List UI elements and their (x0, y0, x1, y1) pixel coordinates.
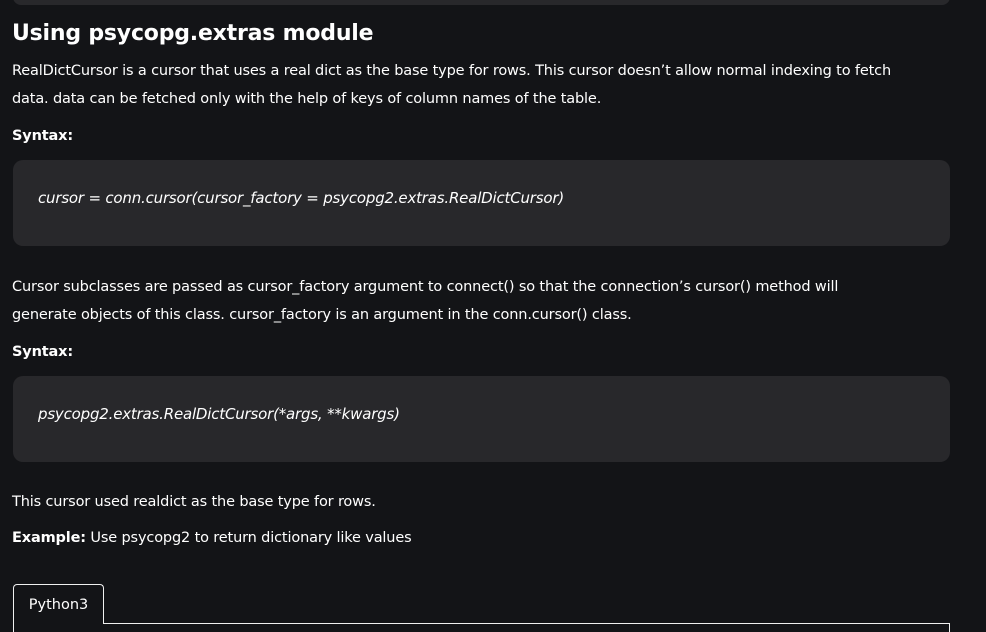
code-block-syntax-2: psycopg2.extras.RealDictCursor(*args, **… (13, 376, 950, 462)
code-tab-panel (13, 624, 950, 632)
subclass-line-1: Cursor subclasses are passed as cursor_f… (12, 279, 839, 295)
intro-line-2: data. data can be fetched only with the … (12, 91, 602, 107)
code-block-syntax-1: cursor = conn.cursor(cursor_factory = ps… (13, 160, 950, 246)
code-line-1: cursor = conn.cursor(cursor_factory = ps… (38, 189, 564, 207)
previous-code-block (13, 0, 950, 5)
intro-line-1: RealDictCursor is a cursor that uses a r… (12, 63, 892, 79)
example-line: Example: Use psycopg2 to return dictiona… (12, 530, 412, 546)
example-text: Use psycopg2 to return dictionary like v… (85, 530, 412, 546)
base-type-paragraph: This cursor used realdict as the base ty… (12, 494, 376, 510)
subclass-paragraph: Cursor subclasses are passed as cursor_f… (12, 273, 838, 329)
tab-python3[interactable]: Python3 (13, 584, 104, 624)
syntax-label-1: Syntax: (12, 128, 74, 144)
section-heading: Using psycopg.extras module (12, 21, 374, 46)
example-label: Example: (12, 530, 86, 546)
subclass-line-2: generate objects of this class. cursor_f… (12, 307, 632, 323)
syntax-label-2: Syntax: (12, 344, 74, 360)
intro-paragraph: RealDictCursor is a cursor that uses a r… (12, 57, 891, 113)
code-line-2: psycopg2.extras.RealDictCursor(*args, **… (38, 405, 400, 423)
